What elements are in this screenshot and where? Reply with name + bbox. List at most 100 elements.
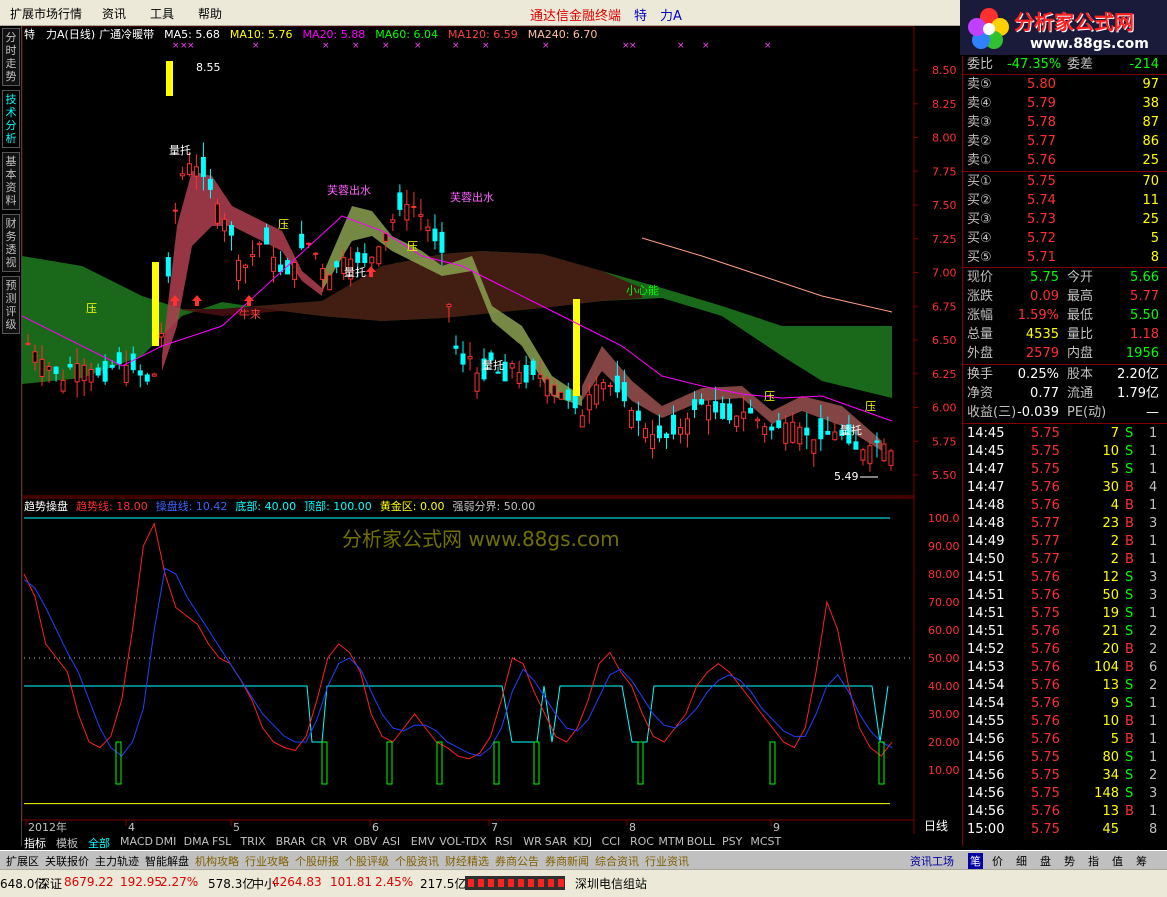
bottom-signal	[493, 741, 500, 785]
candle	[825, 430, 831, 435]
quote-tab[interactable]: 细	[1016, 853, 1027, 869]
candle	[439, 231, 445, 253]
candle	[853, 441, 859, 450]
bottom-tab[interactable]: 行业资讯	[645, 853, 689, 869]
bottom-tab[interactable]: 机构攻略	[195, 853, 239, 869]
candle	[235, 259, 241, 281]
indicator-tab[interactable]: MACD	[120, 835, 153, 848]
price-annotation: 5.49	[834, 470, 859, 483]
bottom-tab[interactable]: 券商公告	[495, 853, 539, 869]
indicator-tab[interactable]: CR	[311, 835, 326, 848]
indicator-tab[interactable]: 指标	[24, 835, 46, 851]
candle	[46, 366, 52, 371]
indicator-tab[interactable]: VR	[332, 835, 347, 848]
quote-tab[interactable]: 笔	[968, 853, 983, 869]
side-tab-4[interactable]: 预测评级	[2, 276, 20, 334]
menu-help[interactable]: 帮助	[198, 5, 222, 22]
buy-row: 买④ 5.72 5	[967, 231, 1159, 246]
indicator-tab[interactable]: SAR	[545, 835, 567, 848]
candle	[207, 178, 213, 190]
candle	[257, 242, 263, 246]
quote-tab[interactable]: 盘	[1040, 853, 1051, 869]
marker-x-icon: ×	[322, 41, 330, 51]
side-tab-3[interactable]: 财务透视	[2, 214, 20, 272]
side-tab-2[interactable]: 基本资料	[2, 152, 20, 210]
bottom-tab[interactable]: 行业攻略	[245, 853, 289, 869]
bottom-tab[interactable]: 财经精选	[445, 853, 489, 869]
menu-extended-market[interactable]: 扩展市场行情	[10, 5, 82, 22]
bottom-tab[interactable]: 智能解盘	[145, 853, 189, 869]
tick-row: 14:56 5.75 148 S 3	[967, 786, 1158, 801]
menu-tools[interactable]: 工具	[150, 5, 174, 22]
sub-tick: 40.00	[928, 680, 960, 693]
candle	[60, 379, 66, 392]
side-tab-0[interactable]: 分时走势	[2, 28, 20, 86]
indicator-tab[interactable]: KDJ	[573, 835, 592, 848]
info-workshop-tab[interactable]: 资讯工场	[910, 853, 954, 869]
indicator-tab[interactable]: 全部	[88, 835, 110, 851]
indicator-tab[interactable]: VOL-TDX	[439, 835, 487, 848]
indicator-tab[interactable]: DMA	[184, 835, 210, 848]
indicator-tab[interactable]: RSI	[495, 835, 513, 848]
indicator-tab[interactable]: MTM	[658, 835, 684, 848]
indicator-tab[interactable]: EMV	[411, 835, 435, 848]
candle	[692, 399, 698, 411]
buy-row: 买① 5.75 70	[967, 174, 1159, 189]
tick-row: 14:52 5.76 20 B 2	[967, 642, 1158, 657]
candle	[151, 373, 157, 377]
candle	[102, 360, 108, 382]
sub-tick: 100.0	[928, 512, 960, 525]
indicator-tab[interactable]: DMI	[155, 835, 176, 848]
indicator-tab[interactable]: CCI	[602, 835, 621, 848]
quote-tab[interactable]: 价	[992, 853, 1003, 869]
bottom-signal	[436, 741, 443, 785]
ma-label: MA20: 5.88	[303, 28, 366, 41]
bottom-tab[interactable]: 关联报价	[45, 853, 89, 869]
price-tick: 7.00	[932, 267, 957, 280]
candle	[685, 418, 691, 435]
bottom-tab[interactable]: 个股研报	[295, 853, 339, 869]
indicator-tab[interactable]: ROC	[630, 835, 654, 848]
indicator-tab[interactable]: WR	[523, 835, 542, 848]
indicator-tab[interactable]: PSY	[722, 835, 742, 848]
quote-tab[interactable]: 值	[1112, 853, 1123, 869]
bottom-tab[interactable]: 券商新闻	[545, 853, 589, 869]
indicator-tab[interactable]: ASI	[382, 835, 400, 848]
menu-info[interactable]: 资讯	[102, 5, 126, 22]
candle	[467, 356, 473, 360]
candle	[369, 256, 375, 264]
marker-x-icon: ×	[702, 41, 710, 51]
candle	[95, 367, 101, 376]
candle	[130, 353, 136, 371]
bottom-tab[interactable]: 个股评级	[345, 853, 389, 869]
candle	[306, 242, 312, 245]
candle	[250, 254, 256, 257]
candle	[327, 274, 333, 291]
quote-tab[interactable]: 势	[1064, 853, 1075, 869]
quote-tab[interactable]: 筹	[1136, 853, 1147, 869]
main-chart[interactable]: 特 力A(日线) 广通冷暖带 MA5: 5.68 MA10: 5.76 MA20: 5.…	[22, 26, 962, 846]
chart-label: 压	[86, 302, 97, 315]
bottom-signal	[533, 741, 540, 785]
candle	[179, 173, 185, 177]
bottom-tab[interactable]: 主力轨迹	[95, 853, 139, 869]
side-tab-1[interactable]: 技术分析	[2, 90, 20, 148]
candle	[271, 256, 277, 272]
indicator-tab[interactable]: 模板	[56, 835, 78, 851]
indicator-tab[interactable]: BRAR	[276, 835, 306, 848]
indicator-tab[interactable]: MCST	[750, 835, 781, 848]
bottom-tab[interactable]: 个股资讯	[395, 853, 439, 869]
x-tick: 6	[372, 821, 379, 834]
marker-x-icon: ×	[352, 41, 360, 51]
quote-tab[interactable]: 指	[1088, 853, 1099, 869]
indicator-tab[interactable]: FSL	[212, 835, 231, 848]
bottom-tab[interactable]: 扩展区	[6, 853, 39, 869]
indicator-tab[interactable]: TRIX	[240, 835, 265, 848]
indicator-tab[interactable]: OBV	[354, 835, 377, 848]
ma-label: MA60: 6.04	[375, 28, 438, 41]
candle	[165, 257, 171, 277]
bottom-tab[interactable]: 综合资讯	[595, 853, 639, 869]
chart-label: 量托	[482, 358, 504, 372]
indicator-tab[interactable]: BOLL	[687, 835, 715, 848]
stat-row: 涨跌 0.09 最高 5.77	[967, 289, 1159, 304]
